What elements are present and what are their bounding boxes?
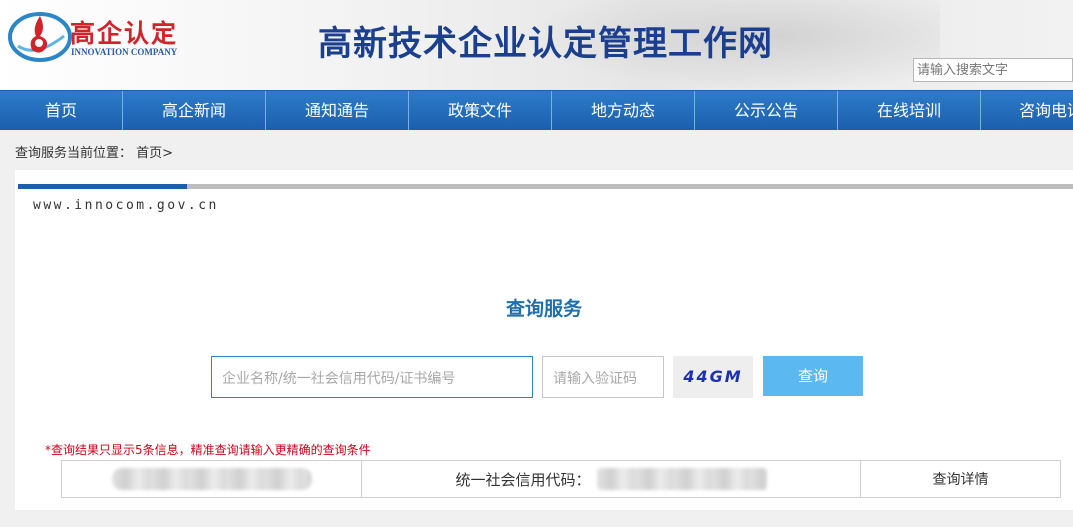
nav-item-policies[interactable]: 政策文件 (409, 91, 552, 130)
captcha-input[interactable] (542, 356, 664, 398)
notice-text: *查询结果只显示5条信息，精准查询请输入更精确的查询条件 (45, 443, 371, 457)
result-company-name (62, 461, 362, 497)
nav-item-home[interactable]: 首页 (0, 91, 123, 130)
query-button[interactable]: 查询 (763, 356, 863, 396)
main-nav: 首页 高企新闻 通知通告 政策文件 地方动态 公示公告 在线培训 咨询电话 (0, 90, 1073, 130)
breadcrumb-separator: > (162, 146, 174, 161)
nav-item-notices[interactable]: 通知通告 (266, 91, 409, 130)
logo-text-en: INNOVATION COMPANY (71, 47, 178, 57)
site-url: www.innocom.gov.cn (33, 198, 219, 213)
nav-item-announcements[interactable]: 公示公告 (695, 91, 838, 130)
result-credit-code: 统一社会信用代码： (362, 461, 861, 497)
progress-bar (18, 184, 1073, 189)
search-input[interactable] (913, 58, 1073, 82)
nav-item-training[interactable]: 在线培训 (838, 91, 981, 130)
site-header: 高企认定 INNOVATION COMPANY 高新技术企业认定管理工作网 (0, 0, 1073, 90)
query-title: 查询服务 (505, 298, 582, 320)
breadcrumb: 查询服务当前位置： 首页> (15, 142, 173, 161)
captcha-image[interactable]: 44GM (673, 356, 753, 398)
nav-item-local-news[interactable]: 地方动态 (552, 91, 695, 130)
progress-fill (18, 184, 187, 189)
query-panel: www.innocom.gov.cn 查询服务 44GM 查询 *查询结果只显示… (15, 170, 1073, 510)
credit-code-label: 统一社会信用代码： (455, 470, 591, 489)
query-input[interactable] (211, 356, 533, 398)
redacted-credit-code (596, 468, 767, 490)
site-title: 高新技术企业认定管理工作网 (318, 26, 773, 63)
redacted-company-name (111, 468, 312, 490)
breadcrumb-home-link[interactable]: 首页 (136, 146, 162, 161)
logo-text-cn: 高企认定 (70, 19, 179, 48)
breadcrumb-prefix: 查询服务当前位置： (15, 146, 133, 161)
nav-item-news[interactable]: 高企新闻 (123, 91, 266, 130)
result-detail-link[interactable]: 查询详情 (861, 461, 1060, 497)
result-table: 统一社会信用代码： 查询详情 (61, 460, 1061, 498)
logo-icon[interactable] (6, 6, 72, 64)
nav-item-hotline[interactable]: 咨询电话 (981, 91, 1073, 130)
